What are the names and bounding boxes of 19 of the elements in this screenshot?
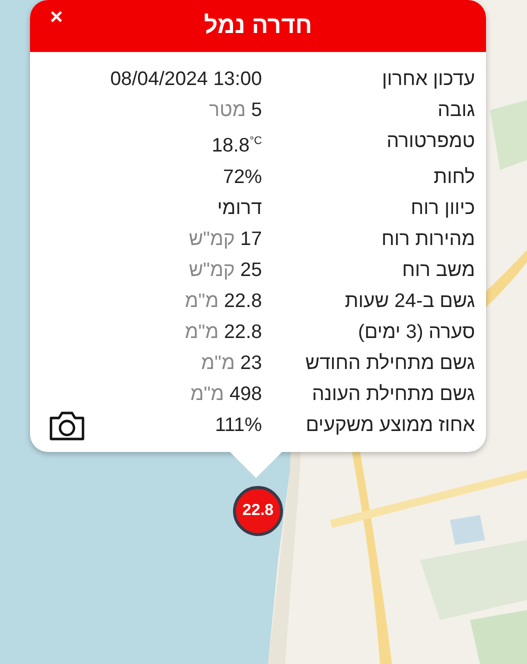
field-label: מהירות רוח bbox=[380, 226, 475, 252]
field-label: לחות bbox=[432, 164, 475, 190]
field-label: טמפרטורה bbox=[386, 129, 475, 154]
field-label: סערה (3 ימים) bbox=[357, 320, 475, 344]
field-label: גשם ב-24 שעות bbox=[344, 288, 475, 314]
field-value: 08/04/2024 13:00 bbox=[110, 67, 262, 92]
station-title: חדרה נמל bbox=[204, 12, 312, 40]
field-value: 18.8$^{°C}$ bbox=[210, 134, 262, 158]
close-button[interactable]: × bbox=[46, 5, 67, 29]
field-label: כיוון רוח bbox=[410, 196, 475, 220]
field-value: דרומי bbox=[216, 196, 262, 220]
field-label: גשם מתחילת החודש bbox=[304, 350, 475, 376]
field-value: 72% bbox=[222, 164, 262, 190]
field-label: גובה bbox=[436, 98, 475, 123]
field-label: משב רוח bbox=[401, 258, 475, 282]
field-label: עדכון אחרון bbox=[381, 67, 475, 92]
field-value: 111% bbox=[214, 412, 262, 438]
field-label: גשם מתחילת העונה bbox=[310, 382, 475, 406]
field-label: אחוז ממוצע משקעים bbox=[304, 412, 475, 438]
